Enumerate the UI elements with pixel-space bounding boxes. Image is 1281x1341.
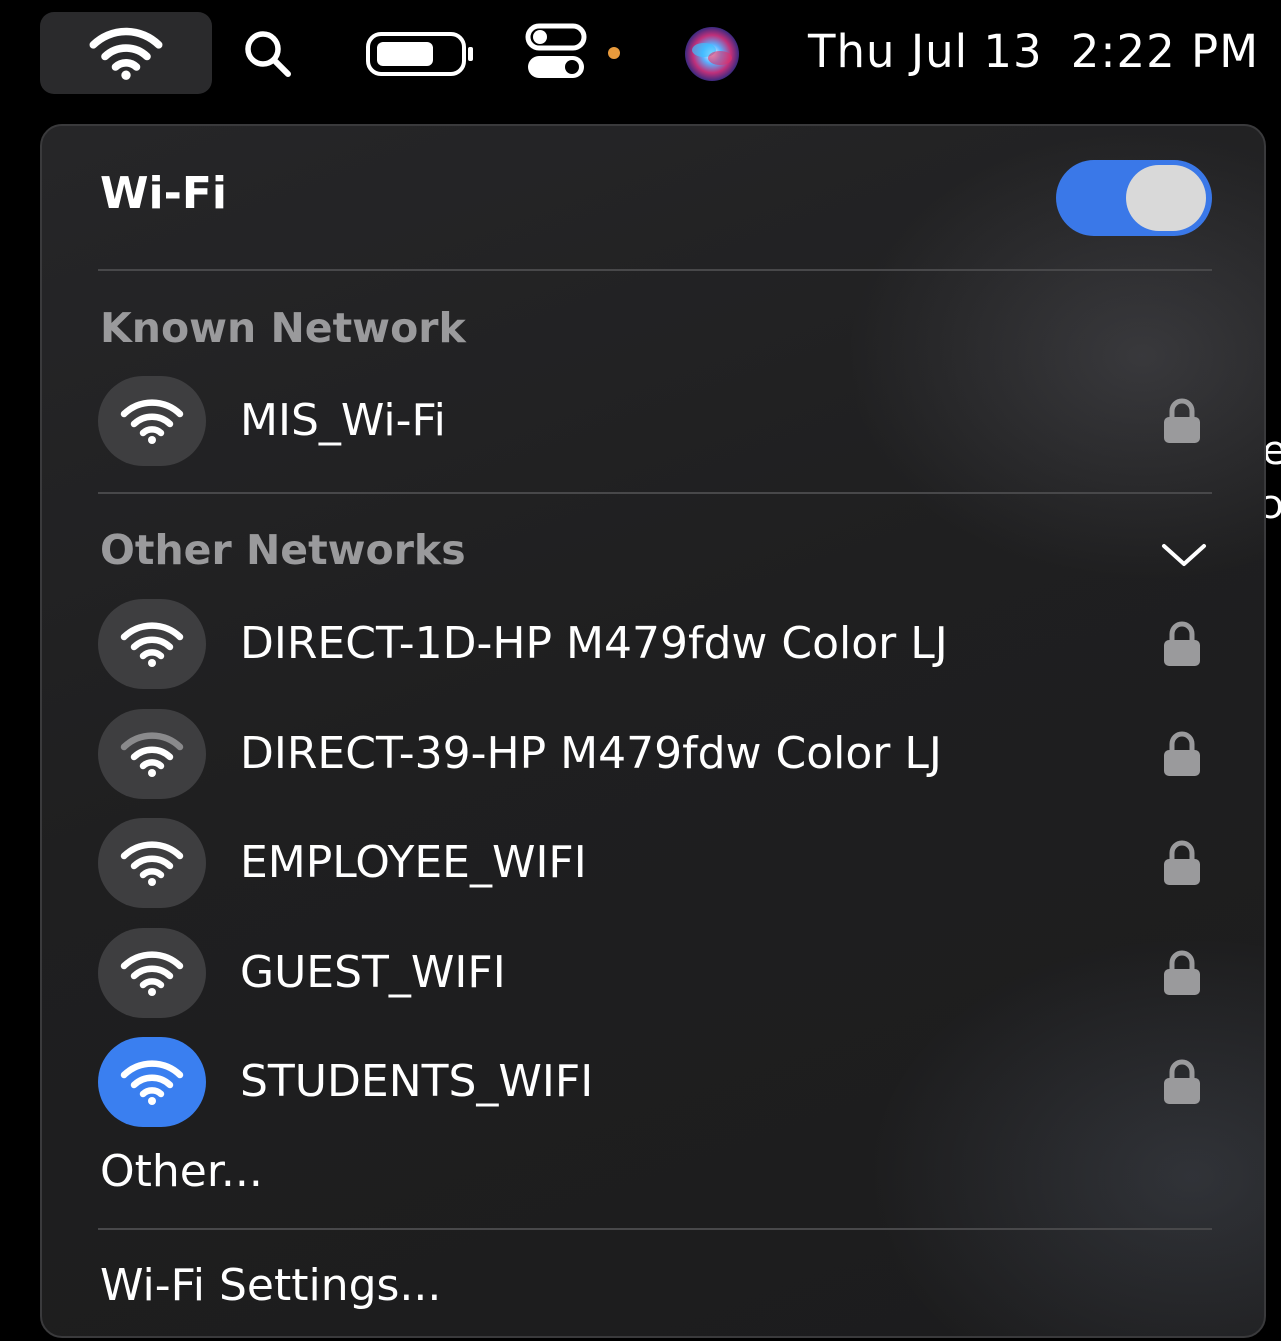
battery-icon (366, 32, 473, 76)
network-name: EMPLOYEE_WIFI (240, 837, 587, 888)
known-network-header: Known Network (100, 304, 466, 352)
menubar-battery-button[interactable] (362, 24, 480, 84)
other-network-item[interactable]: Other... (100, 1146, 263, 1197)
network-row-guest-wifi[interactable]: GUEST_WIFI (98, 928, 1212, 1018)
wifi-toggle-knob (1126, 165, 1206, 231)
network-icon-badge (98, 709, 206, 799)
menubar-siri-button[interactable] (680, 24, 744, 84)
wifi-icon (120, 949, 184, 997)
wifi-toggle[interactable] (1056, 160, 1212, 236)
network-name: STUDENTS_WIFI (240, 1056, 594, 1107)
control-center-icon (525, 23, 620, 78)
menu-bar: Thu Jul 13 2:22 PM (0, 0, 1281, 104)
clock-time: 2:22 PM (1070, 25, 1260, 78)
network-icon-badge (98, 599, 206, 689)
lock-icon (1162, 398, 1202, 444)
wifi-icon (120, 397, 184, 445)
network-row-students-wifi[interactable]: STUDENTS_WIFI (98, 1037, 1212, 1127)
wifi-weak-icon (120, 730, 184, 778)
network-name: GUEST_WIFI (240, 947, 506, 998)
wifi-menu-panel: Wi-Fi Known Network MIS_Wi-Fi Other Netw… (40, 124, 1266, 1338)
network-name: MIS_Wi-Fi (240, 395, 446, 446)
lock-icon (1162, 621, 1202, 667)
network-row-mis-wifi[interactable]: MIS_Wi-Fi (98, 376, 1212, 466)
lock-icon (1162, 731, 1202, 777)
menubar-control-center-button[interactable] (522, 20, 630, 86)
menubar-clock[interactable]: Thu Jul 13 2:22 PM (808, 22, 1281, 82)
network-name: DIRECT-1D-HP M479fdw Color LJ (240, 618, 948, 669)
siri-icon (685, 27, 739, 81)
lock-icon (1162, 1059, 1202, 1105)
menubar-wifi-button[interactable] (40, 12, 212, 94)
wifi-icon (120, 1058, 184, 1106)
wifi-icon (87, 25, 165, 81)
network-row-employee-wifi[interactable]: EMPLOYEE_WIFI (98, 818, 1212, 908)
clock-date: Thu Jul 13 (808, 25, 1043, 78)
network-row-direct-39[interactable]: DIRECT-39-HP M479fdw Color LJ (98, 709, 1212, 799)
lock-icon (1162, 950, 1202, 996)
divider (98, 269, 1212, 271)
network-row-direct-1d[interactable]: DIRECT-1D-HP M479fdw Color LJ (98, 599, 1212, 689)
network-icon-badge (98, 928, 206, 1018)
search-icon (245, 31, 291, 77)
network-icon-badge (98, 376, 206, 466)
other-networks-header: Other Networks (100, 526, 466, 574)
network-name: DIRECT-39-HP M479fdw Color LJ (240, 728, 942, 779)
chevron-down-icon[interactable] (1154, 534, 1214, 574)
wifi-settings-item[interactable]: Wi-Fi Settings... (100, 1260, 441, 1311)
divider (98, 1228, 1212, 1230)
divider (98, 492, 1212, 494)
menubar-search-button[interactable] (236, 24, 300, 84)
network-icon-badge (98, 818, 206, 908)
wifi-icon (120, 839, 184, 887)
network-icon-badge-connected (98, 1037, 206, 1127)
wifi-title: Wi-Fi (100, 168, 228, 219)
wifi-icon (120, 620, 184, 668)
lock-icon (1162, 840, 1202, 886)
